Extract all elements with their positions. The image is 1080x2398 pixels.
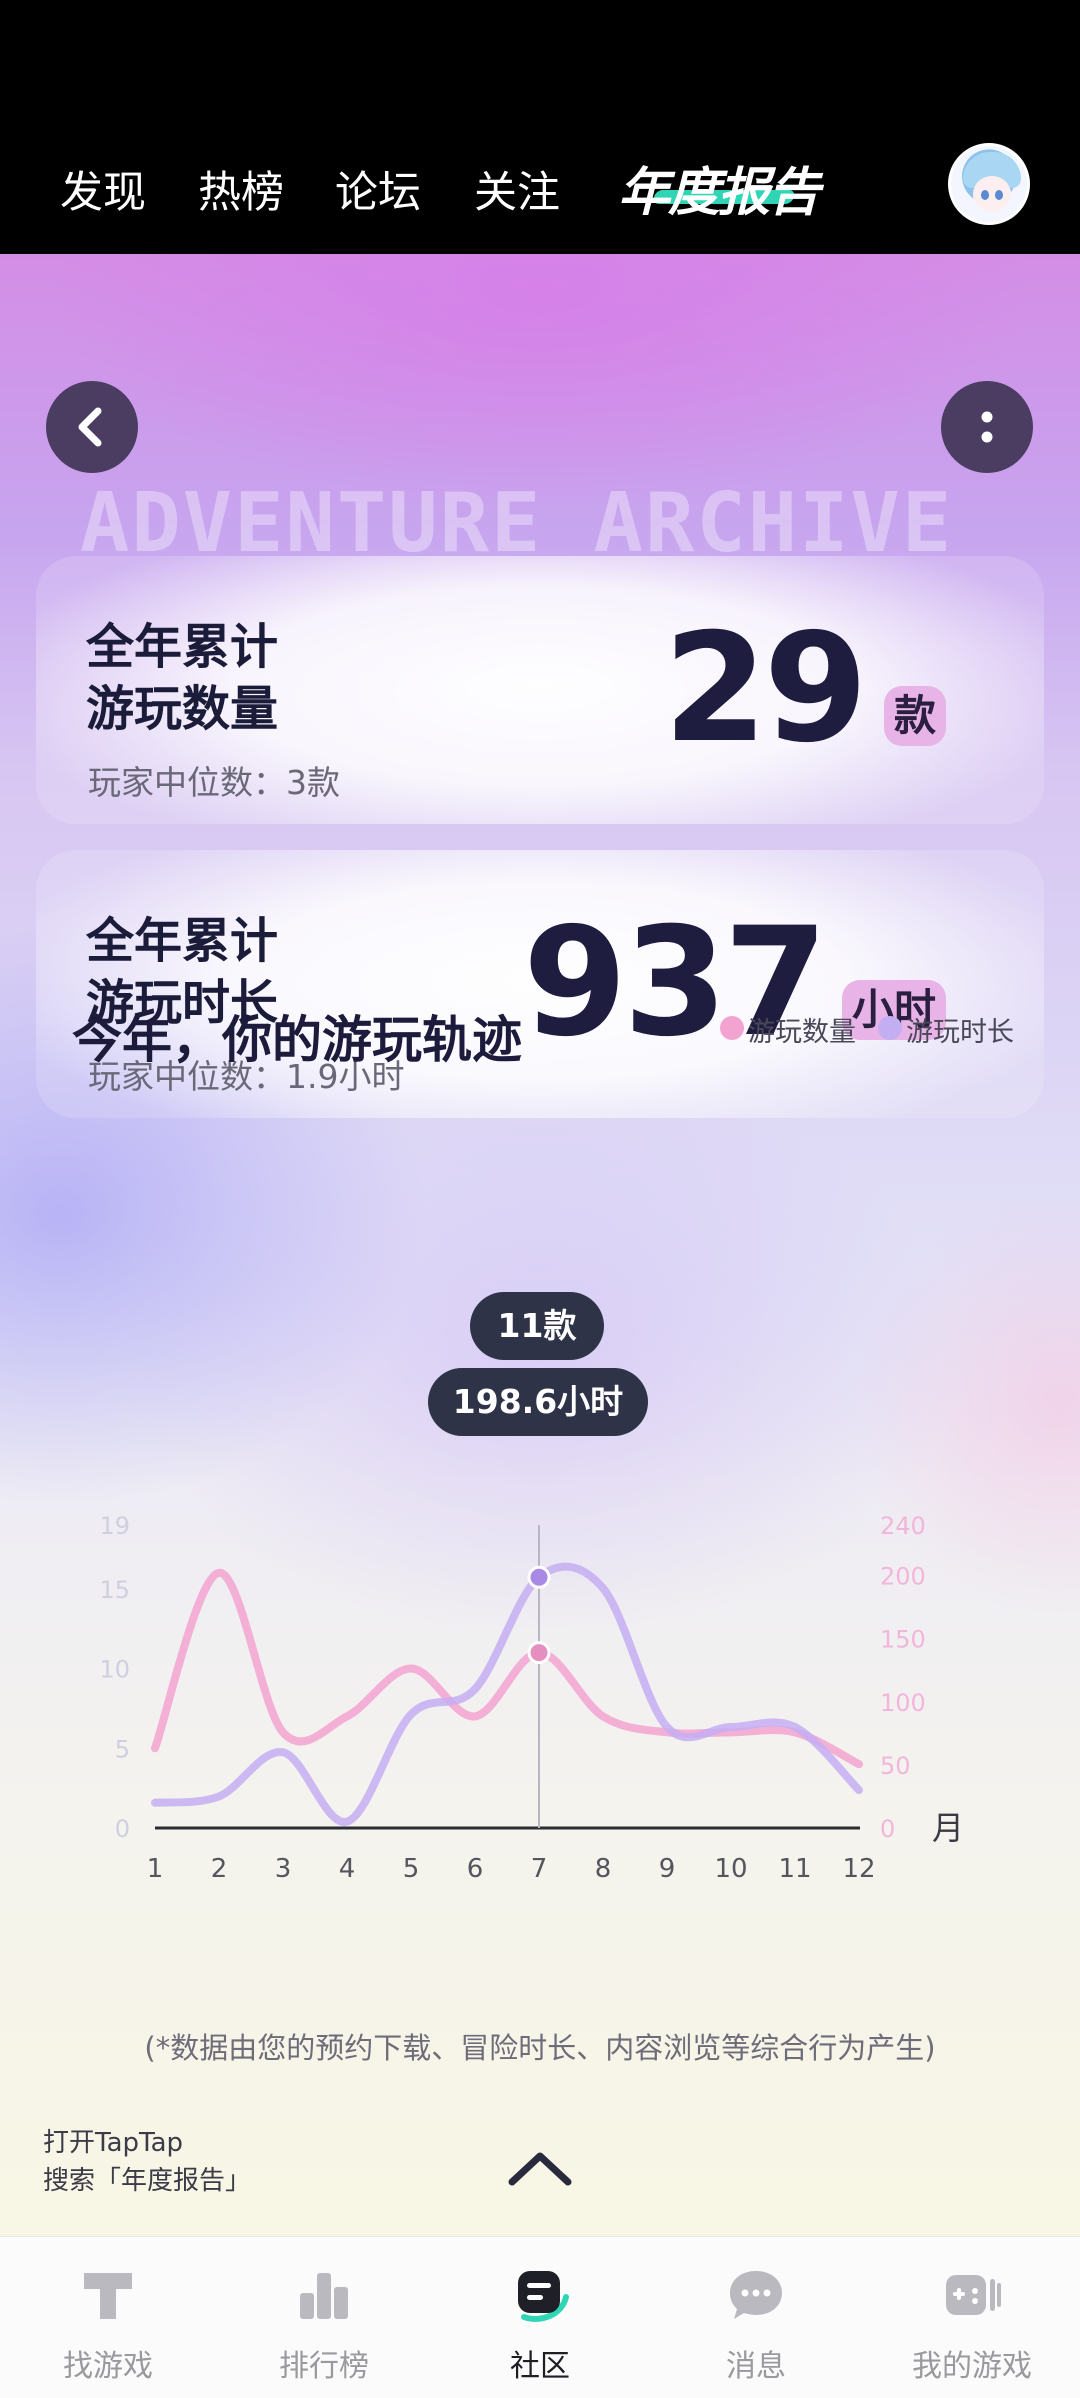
tab-ranking[interactable]: 排行榜	[216, 2237, 432, 2398]
y-left-tick: 0	[115, 1815, 130, 1843]
chevron-up-icon[interactable]	[504, 2146, 576, 2190]
tooltip-time: 198.6小时	[428, 1368, 648, 1436]
nav-discover[interactable]: 发现	[60, 158, 146, 220]
bottom-tab-bar: 找游戏 排行榜 社区 消息 我的游戏	[0, 2236, 1080, 2398]
tab-my-games[interactable]: 我的游戏	[864, 2237, 1080, 2398]
y-left-tick: 19	[99, 1512, 130, 1540]
y-right-tick: 150	[880, 1626, 926, 1654]
stat-card-count: 全年累计 游玩数量 玩家中位数：3款 29 款	[36, 556, 1044, 824]
tab-message[interactable]: 消息	[648, 2237, 864, 2398]
tab-find-game[interactable]: 找游戏	[0, 2237, 216, 2398]
nav-follow[interactable]: 关注	[474, 158, 560, 220]
x-tick-label: 1	[147, 1854, 164, 1884]
back-button[interactable]	[46, 381, 138, 473]
tooltip-count: 11款	[470, 1292, 604, 1360]
x-axis-unit: 月	[932, 1809, 964, 1847]
x-tick-label: 3	[275, 1854, 292, 1884]
data-point-count	[527, 1641, 551, 1665]
legend-dot	[878, 1016, 902, 1040]
community-icon	[518, 2271, 569, 2322]
x-tick-label: 11	[778, 1854, 811, 1884]
find-game-icon	[84, 2273, 132, 2319]
annual-report-logo-text: 年度报告	[618, 163, 820, 223]
x-tick-label: 12	[842, 1854, 875, 1884]
legend-dot	[720, 1016, 744, 1040]
y-left-tick: 15	[99, 1576, 130, 1604]
x-tick-label: 2	[211, 1854, 228, 1884]
top-nav: 发现 热榜 论坛 关注 年度报告	[0, 140, 1080, 230]
x-tick-label: 5	[403, 1854, 420, 1884]
annual-report-logo[interactable]: 年度报告	[618, 150, 828, 223]
data-source-note: (*数据由您的预约下载、冒险时长、内容浏览等综合行为产生)	[144, 2031, 936, 2065]
y-right-tick: 100	[880, 1689, 926, 1717]
stat-median: 玩家中位数：3款	[88, 763, 340, 802]
tab-community[interactable]: 社区	[432, 2237, 648, 2398]
nav-forum[interactable]: 论坛	[335, 158, 421, 220]
x-tick-label: 7	[531, 1854, 548, 1884]
more-button[interactable]	[941, 381, 1033, 473]
ranking-icon	[300, 2273, 348, 2319]
y-left-tick: 10	[99, 1656, 130, 1684]
hint-open-app: 打开TapTap	[43, 2128, 184, 2158]
avatar[interactable]	[948, 143, 1030, 225]
nav-hot[interactable]: 热榜	[198, 158, 284, 220]
x-tick-label: 10	[714, 1854, 747, 1884]
y-right-tick: 0	[880, 1815, 895, 1843]
stat-value: 29	[663, 602, 868, 776]
x-tick-label: 6	[467, 1854, 484, 1884]
y-right-tick: 200	[880, 1563, 926, 1591]
series-line	[151, 1568, 863, 1769]
my-games-icon	[946, 2275, 1001, 2315]
more-vertical-icon	[981, 411, 993, 443]
watermark-title: ADVENTURE ARCHIVE	[80, 476, 954, 571]
chevron-left-icon	[78, 407, 102, 447]
hint-search: 搜索「年度报告」	[43, 2166, 252, 2196]
y-left-tick: 5	[115, 1735, 130, 1763]
stat-title: 全年累计 游玩数量	[86, 619, 279, 737]
message-icon	[730, 2271, 782, 2319]
y-right-tick: 240	[880, 1512, 926, 1540]
x-tick-label: 8	[595, 1854, 612, 1884]
stat-card-time: 全年累计 游玩时长 玩家中位数：1.9小时 937 小时	[36, 850, 1044, 1118]
x-tick-label: 9	[659, 1854, 676, 1884]
data-point-time	[527, 1565, 551, 1589]
series-line	[151, 1562, 863, 1826]
chart-section-title: 今年，你的游玩轨迹	[72, 1011, 522, 1069]
y-right-tick: 50	[880, 1752, 911, 1780]
x-tick-label: 4	[339, 1854, 356, 1884]
stat-unit-badge: 款	[883, 686, 946, 746]
